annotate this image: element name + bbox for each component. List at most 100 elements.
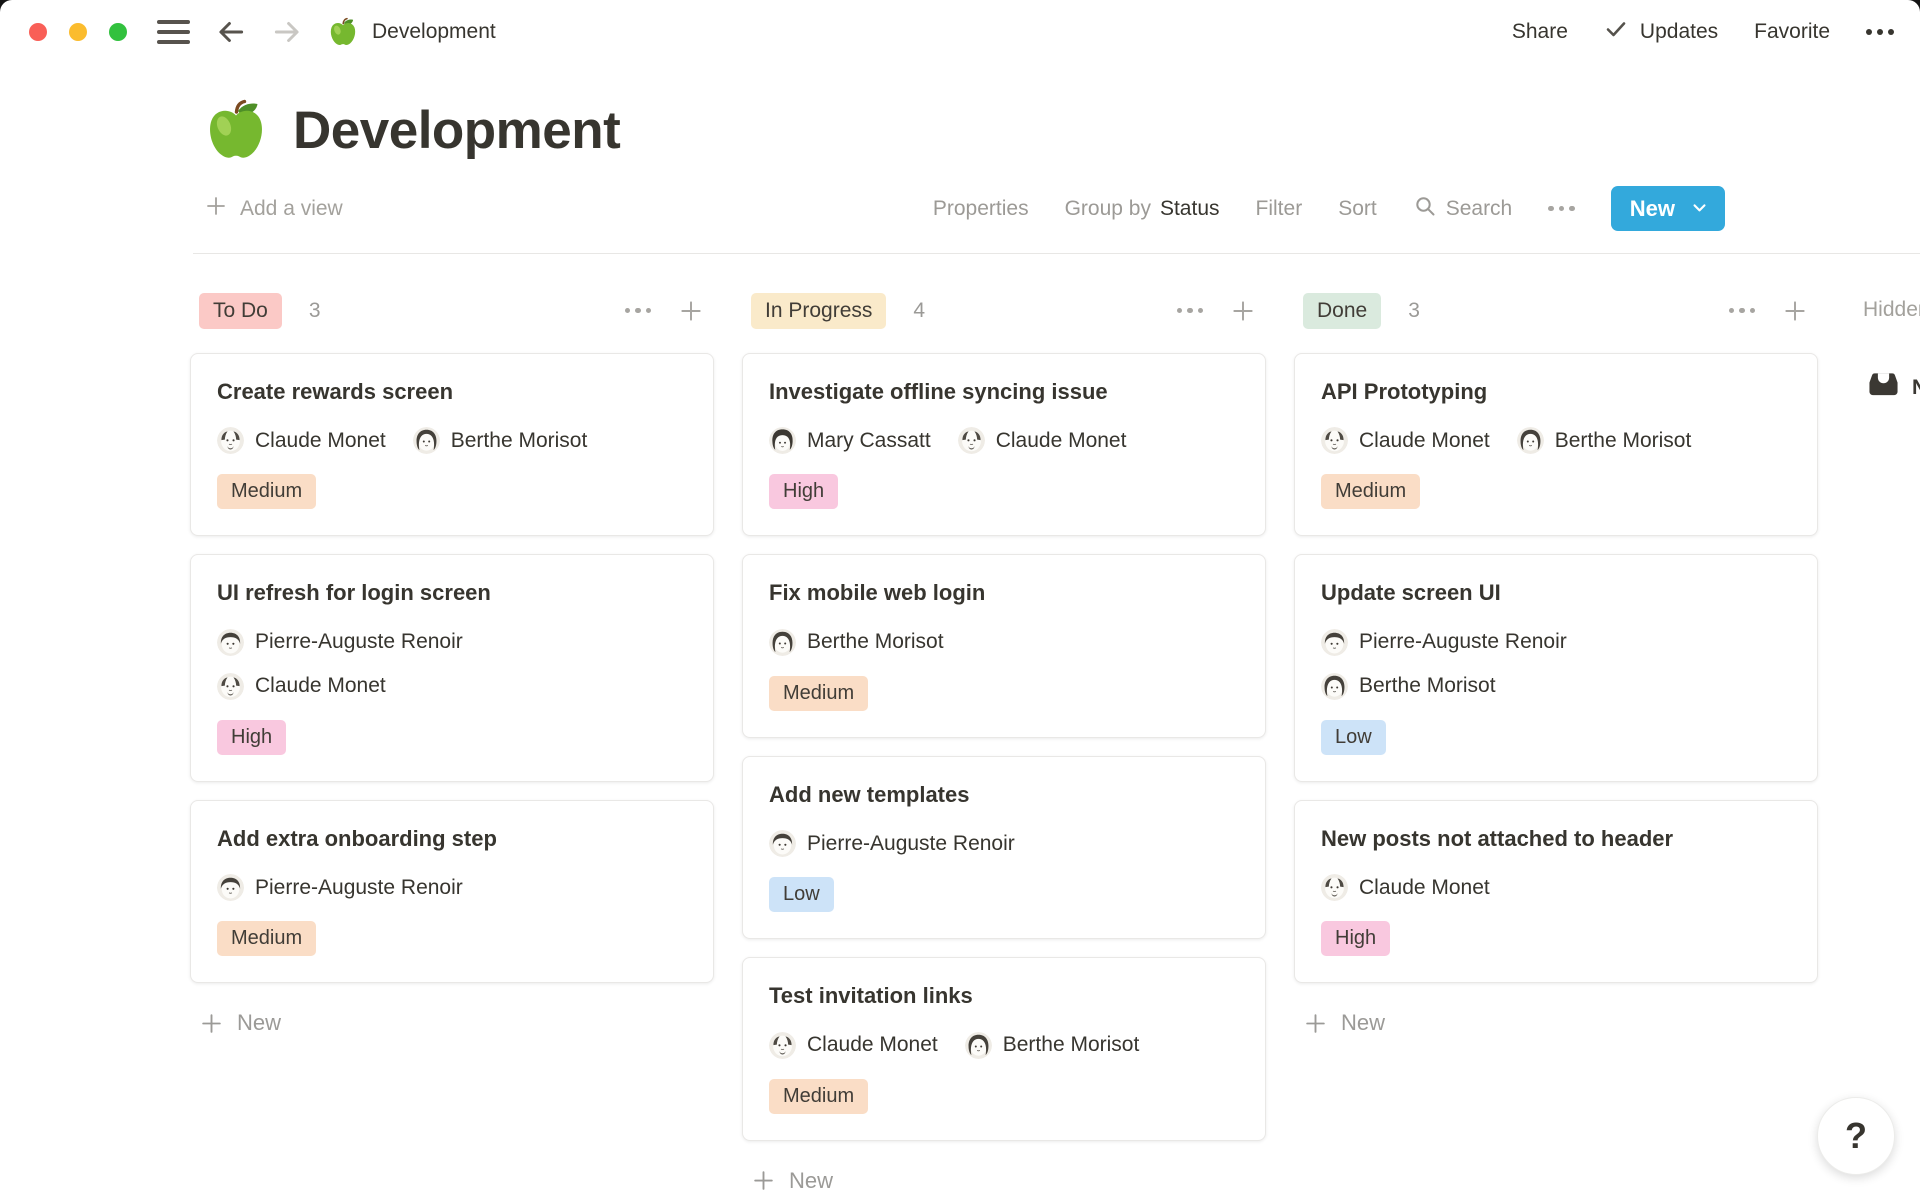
filter-button[interactable]: Filter <box>1256 197 1303 221</box>
card-title: Fix mobile web login <box>769 580 1239 606</box>
card-assignees: Berthe Morisot <box>769 629 1239 656</box>
breadcrumb[interactable]: Development <box>328 17 496 47</box>
kanban-card[interactable]: UI refresh for login screen Pierre-Augus… <box>190 554 714 781</box>
green-apple-emoji-icon <box>328 17 358 47</box>
board-column-to-do: To Do 3 Create rewards screen Claude Mon… <box>190 292 714 1045</box>
breadcrumb-title: Development <box>372 20 496 44</box>
berthe-morisot-avatar-icon <box>413 427 440 454</box>
group-by-button[interactable]: Group by Status <box>1065 197 1220 221</box>
page-icon-green-apple-emoji[interactable] <box>204 98 268 162</box>
assignee-name: Berthe Morisot <box>1003 1033 1140 1057</box>
assignee-name: Claude Monet <box>1359 876 1490 900</box>
help-button[interactable]: ? <box>1817 1097 1895 1175</box>
assignee: Claude Monet <box>769 1032 938 1059</box>
kanban-card[interactable]: Update screen UI Pierre-Auguste RenoirBe… <box>1294 554 1818 781</box>
column-card-count: 3 <box>1408 299 1420 323</box>
column-actions <box>625 298 705 324</box>
assignee-name: Berthe Morisot <box>1555 429 1692 453</box>
assignee-name: Claude Monet <box>996 429 1127 453</box>
titlebar: Development Share Updates Favorite <box>0 0 1920 64</box>
favorite-button[interactable]: Favorite <box>1754 20 1830 44</box>
column-header: Done 3 <box>1294 292 1818 329</box>
assignee: Claude Monet <box>958 427 1127 454</box>
hidden-group-label: No Status <box>1912 376 1920 400</box>
priority-badge: Medium <box>769 676 868 711</box>
column-card-count: 3 <box>309 299 321 323</box>
assignee: Berthe Morisot <box>769 629 944 656</box>
app-window: Development Share Updates Favorite D <box>0 0 1920 1200</box>
new-card-button[interactable]: New <box>190 1001 714 1045</box>
assignee: Claude Monet <box>1321 874 1490 901</box>
pierre-auguste-renoir-avatar-icon <box>1321 629 1348 656</box>
priority-badge: Medium <box>217 474 316 509</box>
hidden-group-no-status[interactable]: No Status <box>1863 368 1920 407</box>
column-add-button[interactable] <box>678 298 704 324</box>
chevron-down-icon <box>1691 196 1708 222</box>
zoom-button[interactable] <box>109 23 127 41</box>
sort-button[interactable]: Sort <box>1338 197 1377 221</box>
new-card-button[interactable]: New <box>742 1159 1266 1200</box>
minimize-button[interactable] <box>69 23 87 41</box>
card-title: Test invitation links <box>769 983 1239 1009</box>
card-title: API Prototyping <box>1321 379 1791 405</box>
kanban-card[interactable]: New posts not attached to header Claude … <box>1294 800 1818 983</box>
kanban-card[interactable]: API Prototyping Claude MonetBerthe Moris… <box>1294 353 1818 536</box>
new-card-button[interactable]: New <box>1294 1001 1818 1045</box>
column-more-button[interactable] <box>625 308 652 314</box>
column-status-badge[interactable]: To Do <box>199 293 282 329</box>
assignee-name: Claude Monet <box>807 1033 938 1057</box>
column-card-count: 4 <box>913 299 925 323</box>
berthe-morisot-avatar-icon <box>965 1032 992 1059</box>
properties-button[interactable]: Properties <box>933 197 1029 221</box>
inbox-icon <box>1868 369 1899 406</box>
close-button[interactable] <box>29 23 47 41</box>
card-assignees: Pierre-Auguste Renoir Claude Monet <box>217 629 687 700</box>
card-title: Investigate offline syncing issue <box>769 379 1239 405</box>
ellipsis-icon <box>1177 308 1204 314</box>
priority-badge: Medium <box>769 1079 868 1114</box>
page-header: Development <box>204 98 1920 162</box>
kanban-card[interactable]: Add extra onboarding step Pierre-Auguste… <box>190 800 714 983</box>
claude-monet-avatar-icon <box>1321 427 1348 454</box>
column-status-badge[interactable]: In Progress <box>751 293 886 329</box>
back-arrow-icon[interactable] <box>214 15 248 49</box>
kanban-card[interactable]: Add new templates Pierre-Auguste Renoir … <box>742 756 1266 939</box>
kanban-card[interactable]: Investigate offline syncing issue Mary C… <box>742 353 1266 536</box>
new-button-label: New <box>1630 196 1675 222</box>
sidebar-menu-icon[interactable] <box>155 14 192 50</box>
berthe-morisot-avatar-icon <box>1321 673 1348 700</box>
column-header: To Do 3 <box>190 292 714 329</box>
group-by-value: Status <box>1160 197 1220 221</box>
assignee: Claude Monet <box>217 673 386 700</box>
add-view-button[interactable]: Add a view <box>204 194 343 224</box>
column-more-button[interactable] <box>1177 308 1204 314</box>
plus-icon <box>751 1168 776 1193</box>
assignee-name: Claude Monet <box>255 674 386 698</box>
assignee-name: Berthe Morisot <box>451 429 588 453</box>
kanban-card[interactable]: Test invitation links Claude Monet Berthe… <box>742 957 1266 1140</box>
new-button[interactable]: New <box>1611 186 1725 231</box>
card-assignees: Mary Cassatt Claude Monet <box>769 427 1239 454</box>
column-more-button[interactable] <box>1729 308 1756 314</box>
updates-button[interactable]: Updates <box>1604 17 1718 47</box>
card-assignees: Claude Monet Berthe Morisot <box>769 1032 1239 1059</box>
forward-arrow-icon[interactable] <box>270 15 304 49</box>
column-cards: Investigate offline syncing issue Mary C… <box>742 353 1266 1141</box>
more-options-button[interactable] <box>1866 25 1894 39</box>
priority-badge: High <box>769 474 838 509</box>
assignee-name: Pierre-Auguste Renoir <box>255 876 463 900</box>
share-button[interactable]: Share <box>1512 20 1568 44</box>
view-toolbar: Add a view Properties Group by Status Fi… <box>204 186 1725 231</box>
assignee: Mary Cassatt <box>769 427 931 454</box>
column-status-badge[interactable]: Done <box>1303 293 1381 329</box>
ellipsis-icon <box>1548 206 1575 212</box>
search-button[interactable]: Search <box>1413 194 1513 224</box>
kanban-card[interactable]: Fix mobile web login Berthe Morisot Medi… <box>742 554 1266 737</box>
plus-icon <box>678 298 704 324</box>
view-more-button[interactable] <box>1548 206 1575 212</box>
kanban-card[interactable]: Create rewards screen Claude MonetBerthe… <box>190 353 714 536</box>
priority-badge: Medium <box>1321 474 1420 509</box>
column-add-button[interactable] <box>1230 298 1256 324</box>
column-add-button[interactable] <box>1782 298 1808 324</box>
assignee-name: Pierre-Auguste Renoir <box>255 630 463 654</box>
